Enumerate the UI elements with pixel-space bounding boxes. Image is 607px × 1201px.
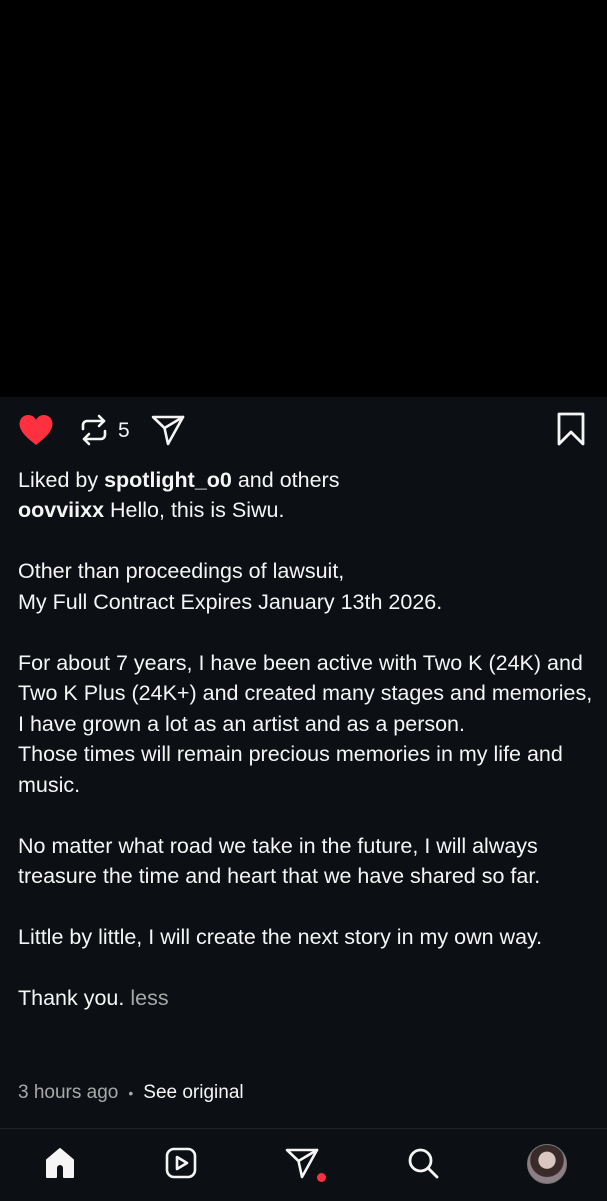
liked-by-prefix: Liked by xyxy=(18,468,105,492)
see-original-link[interactable]: See original xyxy=(143,1082,243,1104)
save-button[interactable] xyxy=(553,411,589,447)
bottom-nav xyxy=(0,1128,607,1201)
caption-paragraph: For about 7 years, I have been active wi… xyxy=(18,650,593,797)
nav-search[interactable] xyxy=(405,1147,441,1183)
post-actions-bar: 5 xyxy=(0,397,607,465)
caption-paragraph: Little by little, I will create the next… xyxy=(18,925,543,949)
share-button[interactable] xyxy=(149,412,187,448)
repost-icon xyxy=(78,414,110,446)
caption-first-line: oovviixx Hello, this is Siwu. xyxy=(18,495,593,526)
bookmark-icon xyxy=(556,412,586,446)
like-button[interactable] xyxy=(16,412,56,448)
meta-separator: • xyxy=(128,1085,134,1101)
liked-by-username[interactable]: spotlight_o0 xyxy=(104,468,232,492)
caption: oovviixx Hello, this is Siwu. Other than… xyxy=(18,495,593,1014)
caption-paragraph: Other than proceedings of lawsuit, My Fu… xyxy=(18,559,443,614)
home-icon xyxy=(43,1146,77,1185)
repost-count[interactable]: 5 xyxy=(118,419,130,443)
caption-closing-line: Thank you. less xyxy=(18,983,593,1014)
less-link[interactable]: less xyxy=(130,986,168,1010)
direct-message-icon xyxy=(285,1147,319,1184)
post-meta: 3 hours ago • See original xyxy=(18,1082,244,1104)
heart-filled-icon xyxy=(18,414,54,446)
nav-reels[interactable] xyxy=(163,1147,199,1183)
caption-paragraph: No matter what road we take in the futur… xyxy=(18,833,541,889)
nav-direct[interactable] xyxy=(284,1147,320,1183)
timestamp: 3 hours ago xyxy=(18,1082,119,1103)
author-username[interactable]: oovviixx xyxy=(18,498,104,522)
notification-dot xyxy=(317,1173,326,1182)
nav-home[interactable] xyxy=(42,1147,78,1183)
caption-intro: Hello, this is Siwu. xyxy=(104,498,285,522)
paper-plane-icon xyxy=(151,414,185,446)
liked-by-suffix[interactable]: and others xyxy=(232,468,340,492)
post-text: Liked by spotlight_o0 and others oovviix… xyxy=(18,465,593,1014)
search-icon xyxy=(406,1146,440,1185)
repost-button[interactable] xyxy=(76,412,112,448)
profile-avatar xyxy=(527,1144,567,1184)
nav-profile[interactable] xyxy=(527,1144,567,1184)
reels-icon xyxy=(164,1146,198,1185)
liked-by-line: Liked by spotlight_o0 and others xyxy=(18,465,593,495)
post-media[interactable] xyxy=(0,0,607,397)
caption-closing: Thank you. xyxy=(18,986,125,1010)
